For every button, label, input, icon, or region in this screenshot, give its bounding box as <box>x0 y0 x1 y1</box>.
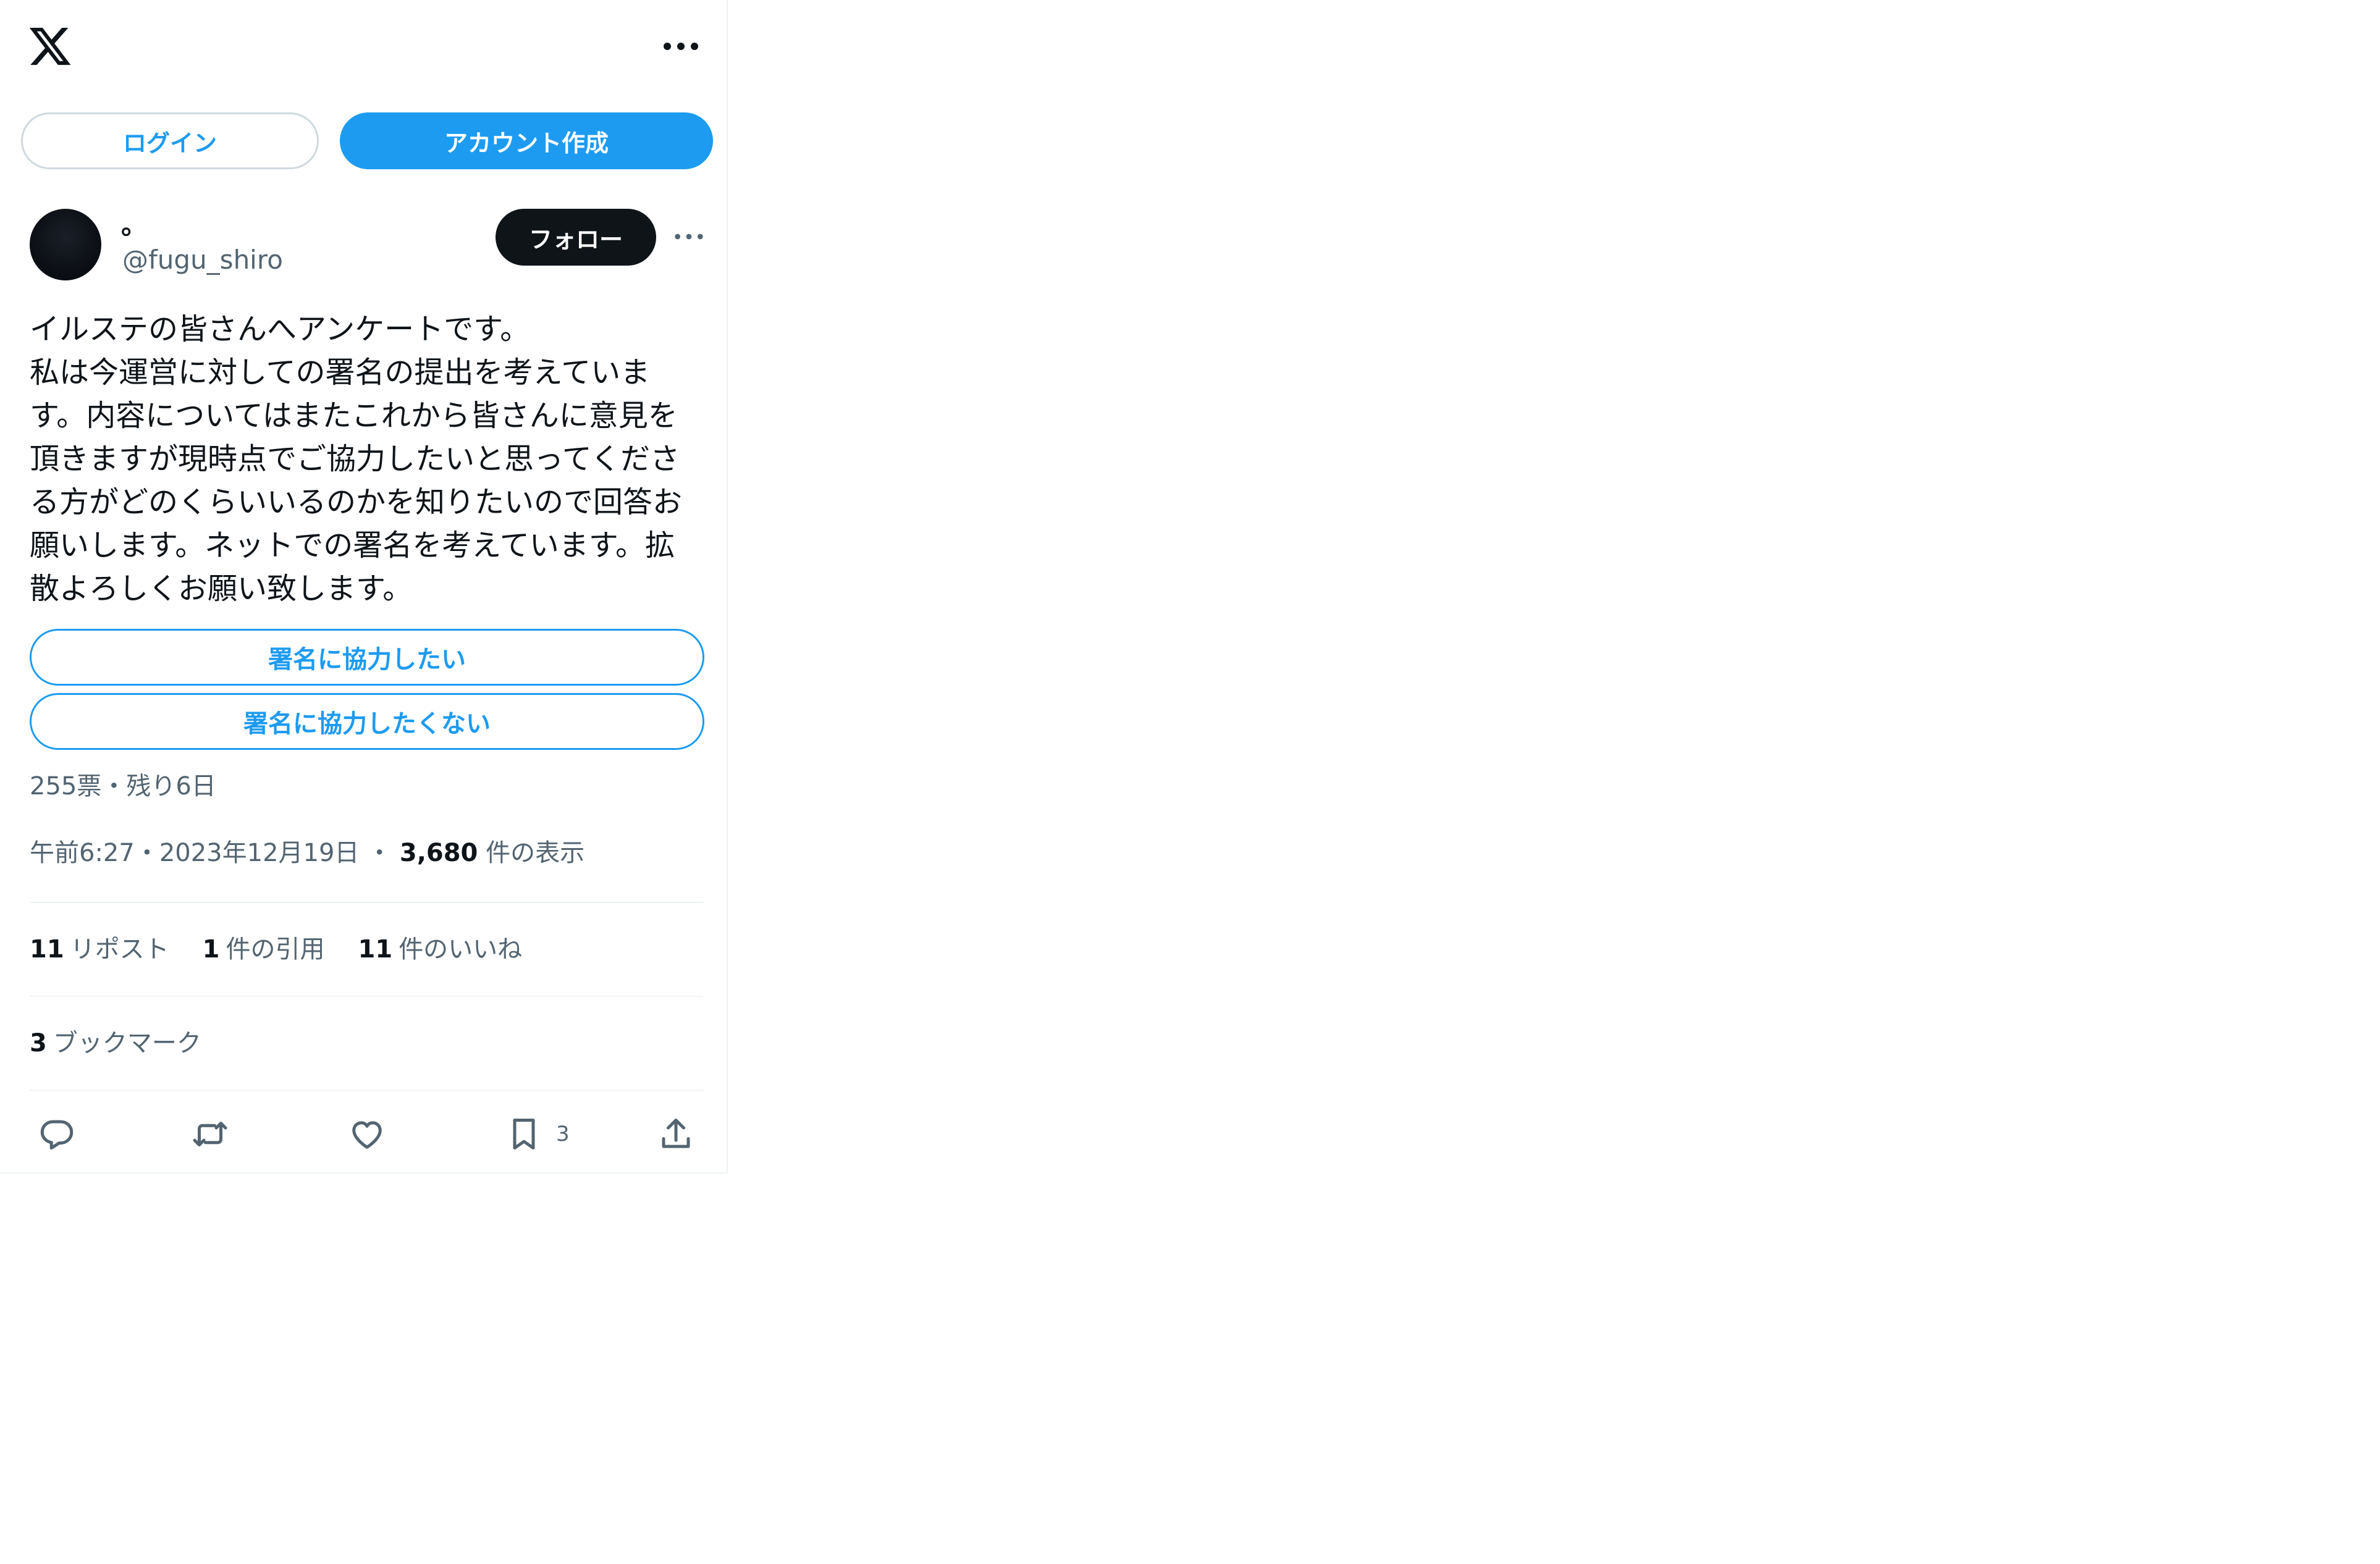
repost-icon <box>193 1122 227 1146</box>
share-icon <box>662 1119 690 1148</box>
tweet-metadata: 午前6:27・2023年12月19日 ・ 3,680 件の表示 <box>30 838 584 868</box>
divider <box>30 1090 703 1091</box>
x-logo-icon[interactable] <box>27 23 73 69</box>
divider <box>30 996 703 997</box>
heart-icon <box>352 1121 382 1149</box>
views-label: 件の表示 <box>486 839 585 867</box>
likes-count: 11 <box>358 935 393 964</box>
follow-button[interactable]: フォロー <box>496 209 656 266</box>
poll-summary: 255票・残り6日 <box>30 772 216 801</box>
create-account-button[interactable]: アカウント作成 <box>340 112 713 169</box>
poll-option-1[interactable]: 署名に協力したい <box>30 629 704 686</box>
tweet-column: ログイン アカウント作成 。 @fugu_shiro フォロー イルステの皆さん… <box>0 0 728 1174</box>
share-button[interactable] <box>657 1114 694 1154</box>
bookmarks-count: 3 <box>30 1029 47 1057</box>
meta-separator: ・ <box>359 839 400 867</box>
quotes-count: 1 <box>202 935 220 964</box>
divider <box>30 902 703 903</box>
reply-button[interactable] <box>38 1114 75 1154</box>
repost-button[interactable] <box>192 1114 229 1154</box>
reposts-count: 11 <box>30 935 64 964</box>
bookmark-icon <box>513 1119 535 1150</box>
author-handle[interactable]: @fugu_shiro <box>122 245 283 275</box>
bookmarks-label: ブックマーク <box>53 1029 201 1057</box>
bookmark-count: 3 <box>556 1122 570 1146</box>
reposts-label: リポスト <box>70 935 169 964</box>
reply-icon <box>40 1120 74 1150</box>
likes-label: 件のいいね <box>399 935 523 964</box>
avatar[interactable] <box>30 209 101 280</box>
author-display-name[interactable]: 。 <box>121 210 147 241</box>
login-button[interactable]: ログイン <box>21 112 319 169</box>
like-button[interactable] <box>348 1114 386 1154</box>
tweet-text: イルステの皆さんへアンケートです。 私は今運営に対しての署名の提出を考えていま … <box>30 312 683 606</box>
engagement-stats: 11 リポスト 1 件の引用 11 件のいいね <box>30 934 555 965</box>
bookmarks-stat: 3 ブックマーク <box>30 1028 201 1059</box>
quotes-label: 件の引用 <box>226 935 325 964</box>
poll-option-2[interactable]: 署名に協力したくない <box>30 693 704 750</box>
likes-stat[interactable]: 11 件のいいね <box>358 934 523 965</box>
tweet-date[interactable]: 2023年12月19日 <box>159 839 360 867</box>
reposts-stat[interactable]: 11 リポスト <box>30 934 169 965</box>
views-count: 3,680 <box>399 839 478 867</box>
more-horizontal-icon[interactable] <box>662 37 699 56</box>
meta-separator: ・ <box>134 839 159 867</box>
tweet-time[interactable]: 午前6:27 <box>30 839 135 867</box>
more-options-icon[interactable] <box>673 229 704 245</box>
bookmark-button[interactable]: 3 <box>505 1114 570 1154</box>
quotes-stat[interactable]: 1 件の引用 <box>203 934 325 965</box>
